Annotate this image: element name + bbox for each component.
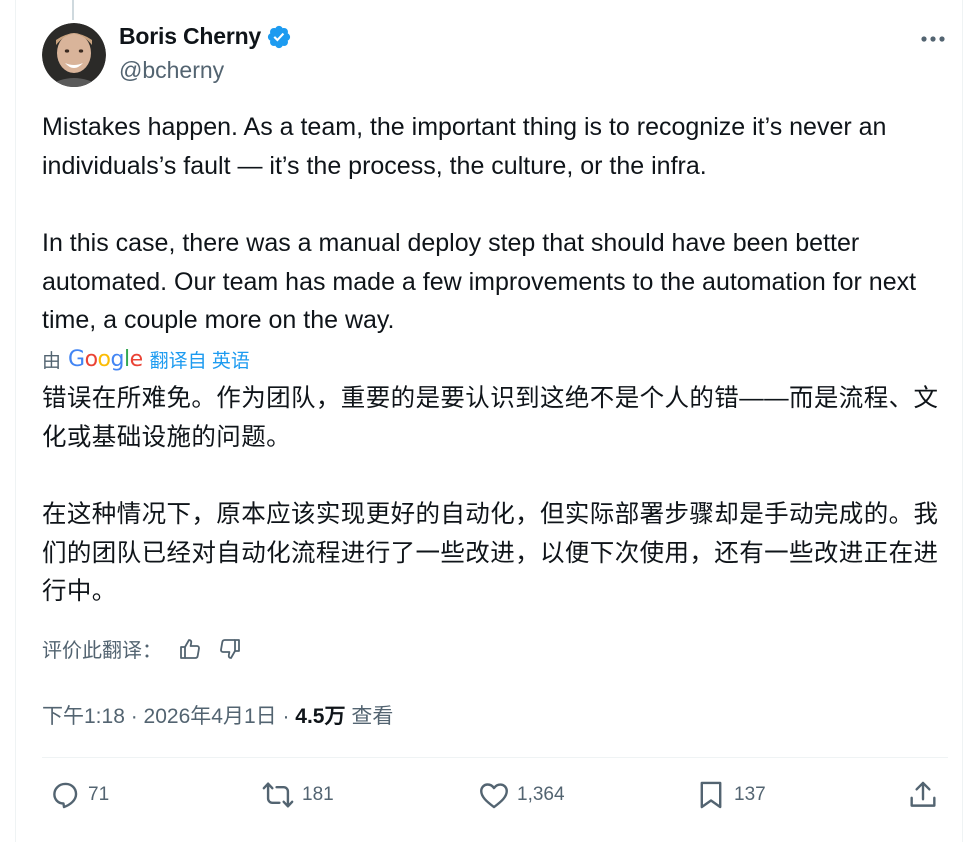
thread-connector-line (72, 0, 74, 20)
share-icon (910, 781, 936, 807)
thumbs-up-icon (180, 638, 200, 659)
like-icon (480, 783, 508, 809)
reply-icon (53, 782, 78, 809)
views-label: 查看 (351, 705, 394, 728)
translation-attribution: 由 Google 翻译自 英语 (42, 346, 250, 373)
verified-badge-icon (267, 25, 291, 48)
repost-count: 181 (302, 784, 334, 805)
like-count: 1,364 (517, 784, 565, 805)
more-dots-icon (921, 36, 945, 42)
tweet-text-paragraph-1: Mistakes happen. As a team, the importan… (42, 113, 887, 180)
like-button[interactable]: 1,364 (477, 777, 565, 813)
thumbs-down-button[interactable] (216, 635, 244, 663)
share-button[interactable] (906, 777, 940, 813)
repost-icon (262, 782, 294, 808)
rate-translation-row: 评价此翻译： (42, 634, 244, 663)
reply-count: 71 (88, 784, 110, 805)
thumbs-up-button[interactable] (176, 635, 204, 663)
avatar-image (42, 23, 106, 87)
author-name-row[interactable]: Boris Cherny (119, 23, 292, 50)
tweet-time[interactable]: 下午1:18 (42, 705, 125, 728)
views-count: 4.5万 (295, 705, 346, 728)
tweet-text-paragraph-2: In this case, there was a manual deploy … (42, 229, 917, 334)
translated-text-paragraph-2: 在这种情况下，原本应该实现更好的自动化，但实际部署步骤却是手动完成的。我们的团队… (42, 501, 939, 605)
author-handle[interactable]: @bcherny (119, 57, 224, 84)
translated-text-paragraph-1: 错误在所难免。作为团队，重要的是要认识到这绝不是个人的错——而是流程、文化或基础… (42, 385, 939, 451)
actions-divider (42, 757, 948, 758)
thumbs-down-icon (220, 638, 240, 659)
meta-separator: · (276, 705, 296, 728)
author-display-name[interactable]: Boris Cherny (119, 23, 261, 50)
translation-by-label: 由 (42, 351, 62, 372)
more-options-button[interactable] (913, 24, 953, 54)
tweet-meta: 下午1:18 · 2026年4月1日 · 4.5万 查看 (42, 700, 393, 730)
bookmark-button[interactable]: 137 (694, 777, 766, 813)
bookmark-icon (700, 781, 722, 809)
bookmark-count: 137 (734, 784, 766, 805)
repost-button[interactable]: 181 (260, 777, 334, 813)
rate-translation-label: 评价此翻译： (42, 640, 162, 662)
meta-separator: · (124, 705, 144, 728)
tweet-date[interactable]: 2026年4月1日 (144, 705, 277, 728)
translated-from-link[interactable]: 翻译自 英语 (150, 346, 250, 373)
reply-button[interactable]: 71 (48, 777, 109, 813)
avatar[interactable] (42, 23, 106, 87)
google-logo: Google (68, 347, 143, 372)
